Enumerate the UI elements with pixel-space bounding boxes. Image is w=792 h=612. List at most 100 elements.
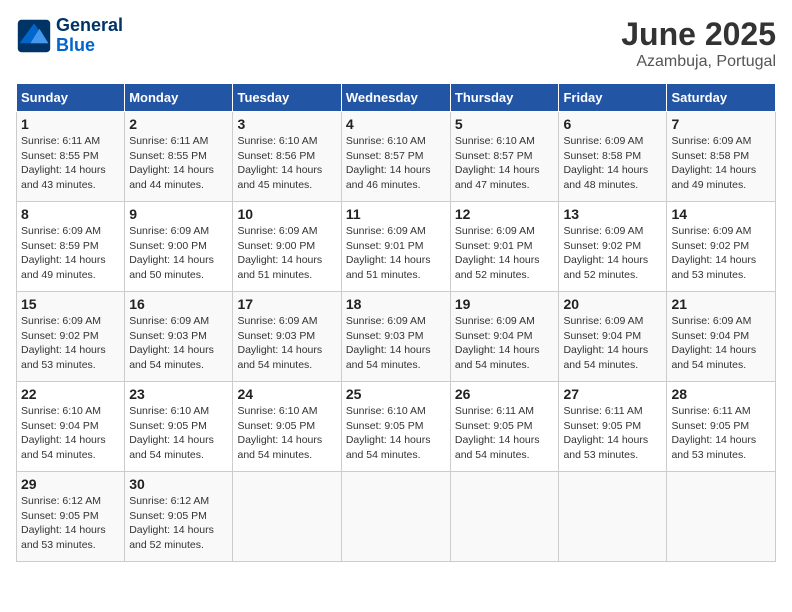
day-number: 17: [237, 296, 336, 312]
day-number: 4: [346, 116, 446, 132]
day-info: Sunrise: 6:10 AM Sunset: 8:56 PM Dayligh…: [237, 134, 336, 193]
weekday-header-cell: Saturday: [667, 84, 776, 112]
day-info: Sunrise: 6:09 AM Sunset: 8:58 PM Dayligh…: [563, 134, 662, 193]
calendar-day-cell: 7 Sunrise: 6:09 AM Sunset: 8:58 PM Daylig…: [667, 112, 776, 202]
calendar-table: SundayMondayTuesdayWednesdayThursdayFrid…: [16, 83, 776, 562]
day-number: 21: [671, 296, 771, 312]
weekday-header-cell: Sunday: [17, 84, 125, 112]
day-number: 27: [563, 386, 662, 402]
day-info: Sunrise: 6:09 AM Sunset: 9:03 PM Dayligh…: [129, 314, 228, 373]
weekday-header-cell: Tuesday: [233, 84, 341, 112]
calendar-day-cell: 6 Sunrise: 6:09 AM Sunset: 8:58 PM Daylig…: [559, 112, 667, 202]
weekday-header-row: SundayMondayTuesdayWednesdayThursdayFrid…: [17, 84, 776, 112]
day-info: Sunrise: 6:10 AM Sunset: 9:05 PM Dayligh…: [237, 404, 336, 463]
calendar-day-cell: [559, 472, 667, 562]
day-info: Sunrise: 6:10 AM Sunset: 8:57 PM Dayligh…: [455, 134, 555, 193]
calendar-week-row: 1 Sunrise: 6:11 AM Sunset: 8:55 PM Daylig…: [17, 112, 776, 202]
day-info: Sunrise: 6:11 AM Sunset: 8:55 PM Dayligh…: [21, 134, 120, 193]
day-info: Sunrise: 6:09 AM Sunset: 8:59 PM Dayligh…: [21, 224, 120, 283]
day-number: 22: [21, 386, 120, 402]
calendar-day-cell: 2 Sunrise: 6:11 AM Sunset: 8:55 PM Daylig…: [125, 112, 233, 202]
day-number: 28: [671, 386, 771, 402]
calendar-day-cell: 30Sunrise: 6:12 AM Sunset: 9:05 PM Dayli…: [125, 472, 233, 562]
calendar-day-cell: 13Sunrise: 6:09 AM Sunset: 9:02 PM Dayli…: [559, 202, 667, 292]
calendar-day-cell: [667, 472, 776, 562]
calendar-day-cell: 19 Sunrise: 6:09 AM Sunset: 9:04 PM Dayli…: [450, 292, 559, 382]
day-info: Sunrise: 6:11 AM Sunset: 9:05 PM Dayligh…: [455, 404, 555, 463]
calendar-day-cell: 8 Sunrise: 6:09 AM Sunset: 8:59 PM Daylig…: [17, 202, 125, 292]
calendar-day-cell: 23Sunrise: 6:10 AM Sunset: 9:05 PM Dayli…: [125, 382, 233, 472]
day-number: 23: [129, 386, 228, 402]
day-number: 29: [21, 476, 120, 492]
day-info: Sunrise: 6:09 AM Sunset: 8:58 PM Dayligh…: [671, 134, 771, 193]
day-info: Sunrise: 6:09 AM Sunset: 9:01 PM Dayligh…: [455, 224, 555, 283]
month-title: June 2025: [621, 16, 776, 53]
day-number: 10: [237, 206, 336, 222]
day-number: 15: [21, 296, 120, 312]
weekday-header-cell: Thursday: [450, 84, 559, 112]
logo-line1: General: [56, 16, 123, 36]
day-number: 2: [129, 116, 228, 132]
day-number: 18: [346, 296, 446, 312]
logo-text: General Blue: [56, 16, 123, 56]
day-number: 20: [563, 296, 662, 312]
calendar-day-cell: 28 Sunrise: 6:11 AM Sunset: 9:05 PM Dayli…: [667, 382, 776, 472]
calendar-day-cell: 26Sunrise: 6:11 AM Sunset: 9:05 PM Dayli…: [450, 382, 559, 472]
day-number: 12: [455, 206, 555, 222]
logo: General Blue: [16, 16, 123, 56]
calendar-day-cell: 4 Sunrise: 6:10 AM Sunset: 8:57 PM Daylig…: [341, 112, 450, 202]
calendar-day-cell: 11 Sunrise: 6:09 AM Sunset: 9:01 PM Dayli…: [341, 202, 450, 292]
calendar-day-cell: 18 Sunrise: 6:09 AM Sunset: 9:03 PM Dayli…: [341, 292, 450, 382]
day-info: Sunrise: 6:09 AM Sunset: 9:01 PM Dayligh…: [346, 224, 446, 283]
calendar-day-cell: 12 Sunrise: 6:09 AM Sunset: 9:01 PM Dayli…: [450, 202, 559, 292]
day-number: 19: [455, 296, 555, 312]
calendar-day-cell: 20 Sunrise: 6:09 AM Sunset: 9:04 PM Dayli…: [559, 292, 667, 382]
day-number: 3: [237, 116, 336, 132]
weekday-header-cell: Monday: [125, 84, 233, 112]
calendar-day-cell: [233, 472, 341, 562]
calendar-day-cell: 15 Sunrise: 6:09 AM Sunset: 9:02 PM Dayli…: [17, 292, 125, 382]
calendar-week-row: 15 Sunrise: 6:09 AM Sunset: 9:02 PM Dayli…: [17, 292, 776, 382]
day-info: Sunrise: 6:09 AM Sunset: 9:02 PM Dayligh…: [21, 314, 120, 373]
calendar-day-cell: 9Sunrise: 6:09 AM Sunset: 9:00 PM Daylig…: [125, 202, 233, 292]
day-info: Sunrise: 6:09 AM Sunset: 9:04 PM Dayligh…: [563, 314, 662, 373]
day-info: Sunrise: 6:10 AM Sunset: 8:57 PM Dayligh…: [346, 134, 446, 193]
day-number: 11: [346, 206, 446, 222]
day-number: 24: [237, 386, 336, 402]
calendar-week-row: 29 Sunrise: 6:12 AM Sunset: 9:05 PM Dayli…: [17, 472, 776, 562]
day-number: 1: [21, 116, 120, 132]
title-area: June 2025 Azambuja, Portugal: [621, 16, 776, 71]
day-info: Sunrise: 6:09 AM Sunset: 9:04 PM Dayligh…: [455, 314, 555, 373]
day-number: 25: [346, 386, 446, 402]
day-number: 16: [129, 296, 228, 312]
calendar-day-cell: 21 Sunrise: 6:09 AM Sunset: 9:04 PM Dayli…: [667, 292, 776, 382]
calendar-day-cell: 17 Sunrise: 6:09 AM Sunset: 9:03 PM Dayli…: [233, 292, 341, 382]
day-info: Sunrise: 6:10 AM Sunset: 9:04 PM Dayligh…: [21, 404, 120, 463]
day-info: Sunrise: 6:09 AM Sunset: 9:03 PM Dayligh…: [346, 314, 446, 373]
day-number: 6: [563, 116, 662, 132]
day-info: Sunrise: 6:09 AM Sunset: 9:00 PM Dayligh…: [129, 224, 228, 283]
day-info: Sunrise: 6:09 AM Sunset: 9:00 PM Dayligh…: [237, 224, 336, 283]
calendar-day-cell: 5 Sunrise: 6:10 AM Sunset: 8:57 PM Daylig…: [450, 112, 559, 202]
day-info: Sunrise: 6:11 AM Sunset: 9:05 PM Dayligh…: [563, 404, 662, 463]
logo-icon: [16, 18, 52, 54]
weekday-header-cell: Friday: [559, 84, 667, 112]
weekday-header-cell: Wednesday: [341, 84, 450, 112]
day-info: Sunrise: 6:12 AM Sunset: 9:05 PM Dayligh…: [129, 494, 228, 553]
calendar-day-cell: 27 Sunrise: 6:11 AM Sunset: 9:05 PM Dayli…: [559, 382, 667, 472]
day-info: Sunrise: 6:09 AM Sunset: 9:03 PM Dayligh…: [237, 314, 336, 373]
day-info: Sunrise: 6:12 AM Sunset: 9:05 PM Dayligh…: [21, 494, 120, 553]
calendar-day-cell: 29 Sunrise: 6:12 AM Sunset: 9:05 PM Dayli…: [17, 472, 125, 562]
day-number: 5: [455, 116, 555, 132]
calendar-day-cell: 1 Sunrise: 6:11 AM Sunset: 8:55 PM Daylig…: [17, 112, 125, 202]
calendar-day-cell: [341, 472, 450, 562]
day-info: Sunrise: 6:11 AM Sunset: 8:55 PM Dayligh…: [129, 134, 228, 193]
calendar-body: 1 Sunrise: 6:11 AM Sunset: 8:55 PM Daylig…: [17, 112, 776, 562]
day-number: 8: [21, 206, 120, 222]
day-info: Sunrise: 6:11 AM Sunset: 9:05 PM Dayligh…: [671, 404, 771, 463]
day-info: Sunrise: 6:09 AM Sunset: 9:02 PM Dayligh…: [563, 224, 662, 283]
day-info: Sunrise: 6:09 AM Sunset: 9:04 PM Dayligh…: [671, 314, 771, 373]
calendar-day-cell: 16 Sunrise: 6:09 AM Sunset: 9:03 PM Dayli…: [125, 292, 233, 382]
day-number: 7: [671, 116, 771, 132]
calendar-week-row: 8 Sunrise: 6:09 AM Sunset: 8:59 PM Daylig…: [17, 202, 776, 292]
